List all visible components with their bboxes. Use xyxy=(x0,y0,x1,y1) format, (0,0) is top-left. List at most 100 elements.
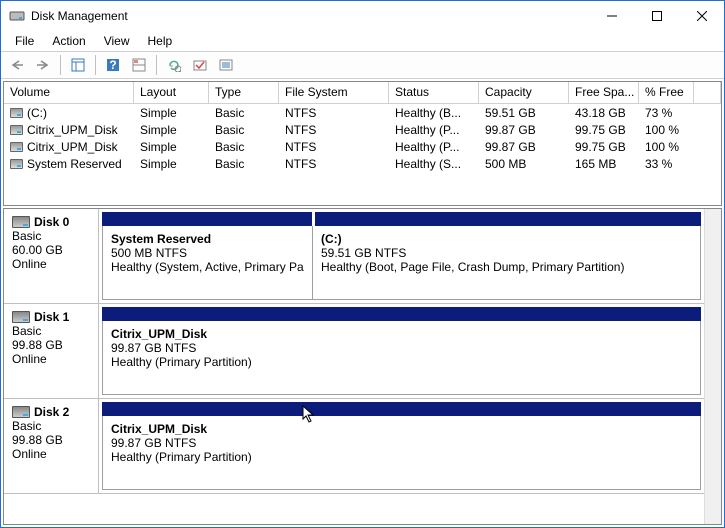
disk-icon xyxy=(12,311,30,323)
toolbar-layout-icon[interactable] xyxy=(127,54,151,76)
partition[interactable]: Citrix_UPM_Disk99.87 GB NTFSHealthy (Pri… xyxy=(103,321,700,394)
volume-fs: NTFS xyxy=(279,106,389,120)
disk-status: Online xyxy=(12,352,90,366)
volume-name: Citrix_UPM_Disk xyxy=(27,140,118,154)
partition-name: Citrix_UPM_Disk xyxy=(111,422,692,436)
volume-row[interactable]: Citrix_UPM_DiskSimpleBasicNTFSHealthy (P… xyxy=(4,121,721,138)
maximize-button[interactable] xyxy=(634,1,679,31)
disk-size: 60.00 GB xyxy=(12,243,90,257)
disk-row: Disk 0Basic60.00 GBOnlineSystem Reserved… xyxy=(4,209,704,304)
volume-free: 99.75 GB xyxy=(569,140,639,154)
disk-row: Disk 1Basic99.88 GBOnlineCitrix_UPM_Disk… xyxy=(4,304,704,399)
disk-label-panel[interactable]: Disk 2Basic99.88 GBOnline xyxy=(4,399,99,493)
partition-name: System Reserved xyxy=(111,232,304,246)
partition-size: 500 MB NTFS xyxy=(111,246,304,260)
disk-icon xyxy=(12,216,30,228)
disk-name: Disk 0 xyxy=(34,215,69,229)
volume-pct: 73 % xyxy=(639,106,694,120)
partition-stripe xyxy=(102,307,701,321)
toolbar-view-icon[interactable] xyxy=(66,54,90,76)
volume-free: 43.18 GB xyxy=(569,106,639,120)
partition[interactable]: (C:)59.51 GB NTFSHealthy (Boot, Page Fil… xyxy=(313,226,700,299)
disk-status: Online xyxy=(12,447,90,461)
volume-type: Basic xyxy=(209,140,279,154)
menu-help[interactable]: Help xyxy=(140,32,181,50)
volume-row[interactable]: System ReservedSimpleBasicNTFSHealthy (S… xyxy=(4,155,721,172)
col-free[interactable]: Free Spa... xyxy=(569,82,639,103)
volume-layout: Simple xyxy=(134,106,209,120)
close-button[interactable] xyxy=(679,1,724,31)
col-layout[interactable]: Layout xyxy=(134,82,209,103)
disk-label-panel[interactable]: Disk 1Basic99.88 GBOnline xyxy=(4,304,99,398)
back-button[interactable] xyxy=(5,54,29,76)
disk-type: Basic xyxy=(12,324,90,338)
volume-pct: 100 % xyxy=(639,140,694,154)
partition-desc: Healthy (Boot, Page File, Crash Dump, Pr… xyxy=(321,260,692,274)
help-icon[interactable]: ? xyxy=(101,54,125,76)
volume-row[interactable]: Citrix_UPM_Disk SimpleBasicNTFSHealthy (P… xyxy=(4,138,721,155)
volume-type: Basic xyxy=(209,106,279,120)
disk-type: Basic xyxy=(12,229,90,243)
disk-graphical-view: Disk 0Basic60.00 GBOnlineSystem Reserved… xyxy=(3,208,722,525)
col-status[interactable]: Status xyxy=(389,82,479,103)
volume-name: Citrix_UPM_Disk xyxy=(27,123,118,137)
disk-name: Disk 1 xyxy=(34,310,69,324)
minimize-button[interactable] xyxy=(589,1,634,31)
col-pct[interactable]: % Free xyxy=(639,82,694,103)
volume-type: Basic xyxy=(209,123,279,137)
volume-capacity: 99.87 GB xyxy=(479,140,569,154)
scrollbar[interactable] xyxy=(704,209,721,524)
volume-layout: Simple xyxy=(134,140,209,154)
col-capacity[interactable]: Capacity xyxy=(479,82,569,103)
volume-fs: NTFS xyxy=(279,123,389,137)
partition[interactable]: Citrix_UPM_Disk99.87 GB NTFSHealthy (Pri… xyxy=(103,416,700,489)
drive-icon xyxy=(10,125,23,135)
volume-list-header: Volume Layout Type File System Status Ca… xyxy=(4,82,721,104)
partition-stripe xyxy=(102,402,701,416)
volume-status: Healthy (P... xyxy=(389,140,479,154)
partition-desc: Healthy (Primary Partition) xyxy=(111,450,692,464)
volume-row[interactable]: (C:)SimpleBasicNTFSHealthy (B...59.51 GB… xyxy=(4,104,721,121)
volume-list: Volume Layout Type File System Status Ca… xyxy=(3,81,722,206)
toolbar-list-icon[interactable] xyxy=(214,54,238,76)
forward-button[interactable] xyxy=(31,54,55,76)
menu-file[interactable]: File xyxy=(7,32,42,50)
partition-desc: Healthy (Primary Partition) xyxy=(111,355,692,369)
app-icon xyxy=(9,8,25,24)
volume-layout: Simple xyxy=(134,123,209,137)
refresh-icon[interactable] xyxy=(162,54,186,76)
volume-type: Basic xyxy=(209,157,279,171)
partition-desc: Healthy (System, Active, Primary Pa xyxy=(111,260,304,274)
volume-status: Healthy (B... xyxy=(389,106,479,120)
volume-capacity: 59.51 GB xyxy=(479,106,569,120)
menu-action[interactable]: Action xyxy=(44,32,93,50)
volume-pct: 33 % xyxy=(639,157,694,171)
drive-icon xyxy=(10,108,23,118)
disk-size: 99.88 GB xyxy=(12,433,90,447)
volume-free: 99.75 GB xyxy=(569,123,639,137)
col-volume[interactable]: Volume xyxy=(4,82,134,103)
volume-layout: Simple xyxy=(134,157,209,171)
volume-fs: NTFS xyxy=(279,157,389,171)
drive-icon xyxy=(10,159,23,169)
drive-icon xyxy=(10,142,23,152)
toolbar: ? xyxy=(1,51,724,79)
disk-type: Basic xyxy=(12,419,90,433)
volume-capacity: 500 MB xyxy=(479,157,569,171)
volume-pct: 100 % xyxy=(639,123,694,137)
disk-label-panel[interactable]: Disk 0Basic60.00 GBOnline xyxy=(4,209,99,303)
partition-size: 99.87 GB NTFS xyxy=(111,341,692,355)
disk-row: Disk 2Basic99.88 GBOnlineCitrix_UPM_Disk… xyxy=(4,399,704,494)
col-spacer[interactable] xyxy=(694,82,721,103)
menu-view[interactable]: View xyxy=(96,32,138,50)
volume-fs: NTFS xyxy=(279,140,389,154)
col-filesystem[interactable]: File System xyxy=(279,82,389,103)
volume-status: Healthy (S... xyxy=(389,157,479,171)
titlebar: Disk Management xyxy=(1,1,724,31)
partition[interactable]: System Reserved500 MB NTFSHealthy (Syste… xyxy=(103,226,313,299)
partition-size: 59.51 GB NTFS xyxy=(321,246,692,260)
menubar: File Action View Help xyxy=(1,31,724,51)
toolbar-check-icon[interactable] xyxy=(188,54,212,76)
col-type[interactable]: Type xyxy=(209,82,279,103)
disk-name: Disk 2 xyxy=(34,405,69,419)
